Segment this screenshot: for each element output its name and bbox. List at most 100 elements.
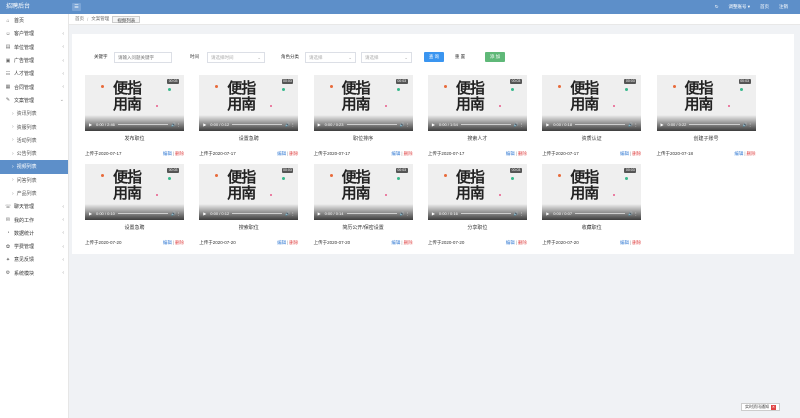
more-options-icon[interactable]: ⋮ bbox=[290, 122, 295, 127]
play-icon[interactable]: ▶ bbox=[203, 122, 208, 127]
video-player[interactable]: 便指 用南 00:03 ▶ 0:00 / 0:07 🔊 ⋮ bbox=[542, 164, 642, 220]
video-progress-bar[interactable] bbox=[346, 212, 397, 214]
role-select[interactable]: 请选择 ⌄ bbox=[305, 52, 356, 63]
video-progress-bar[interactable] bbox=[232, 212, 283, 214]
logout-link[interactable]: 注销 bbox=[779, 4, 788, 10]
menu-collapse-icon[interactable]: ☰ bbox=[72, 3, 81, 11]
edit-link[interactable]: 编辑 bbox=[277, 240, 286, 245]
video-player[interactable]: 便指 用南 00:03 ▶ 0:00 / 0:10 🔊 ⋮ bbox=[85, 164, 184, 220]
video-player[interactable]: 便指 用南 00:03 ▶ 0:00 / 1:54 🔊 ⋮ bbox=[427, 75, 527, 131]
play-icon[interactable]: ▶ bbox=[318, 211, 323, 216]
video-progress-bar[interactable] bbox=[575, 212, 626, 214]
delete-link[interactable]: 删除 bbox=[632, 240, 641, 245]
more-options-icon[interactable]: ⋮ bbox=[748, 122, 753, 127]
edit-link[interactable]: 编辑 bbox=[391, 240, 400, 245]
reset-button[interactable]: 重 置 bbox=[452, 52, 468, 62]
video-progress-bar[interactable] bbox=[460, 123, 511, 125]
delete-link[interactable]: 删除 bbox=[518, 151, 527, 156]
sidebar-item[interactable]: ▦ 合同管理 ‹ bbox=[0, 80, 68, 93]
play-icon[interactable]: ▶ bbox=[89, 122, 94, 127]
user-menu[interactable]: 调整账号 ▾ bbox=[728, 4, 750, 10]
video-player[interactable]: 便指 用南 00:03 ▶ 0:00 / 0:12 🔊 ⋮ bbox=[199, 75, 299, 131]
video-progress-bar[interactable] bbox=[232, 123, 283, 125]
keyword-input[interactable] bbox=[114, 52, 172, 63]
sidebar-subitem[interactable]: › 资服列表 bbox=[0, 120, 68, 133]
sidebar-item[interactable]: ✉ 我的工作 ‹ bbox=[0, 213, 68, 226]
more-options-icon[interactable]: ⋮ bbox=[405, 211, 410, 216]
video-progress-bar[interactable] bbox=[689, 123, 740, 125]
edit-link[interactable]: 编辑 bbox=[506, 151, 515, 156]
play-icon[interactable]: ▶ bbox=[432, 122, 437, 127]
home-link[interactable]: 首页 bbox=[760, 4, 769, 10]
edit-link[interactable]: 编辑 bbox=[620, 240, 629, 245]
more-options-icon[interactable]: ⋮ bbox=[176, 211, 181, 216]
time-select[interactable]: 请选择时间 ⌄ bbox=[207, 52, 265, 63]
edit-link[interactable]: 编辑 bbox=[391, 151, 400, 156]
more-options-icon[interactable]: ⋮ bbox=[633, 122, 638, 127]
breadcrumb-level1[interactable]: 文案管理 bbox=[91, 16, 109, 22]
play-icon[interactable]: ▶ bbox=[89, 211, 94, 216]
video-progress-bar[interactable] bbox=[117, 212, 168, 214]
sidebar-subitem[interactable]: › 活动列表 bbox=[0, 134, 68, 147]
sidebar-subitem[interactable]: › 公告列表 bbox=[0, 147, 68, 160]
play-icon[interactable]: ▶ bbox=[203, 211, 208, 216]
video-player[interactable]: 便指 用南 00:03 ▶ 0:00 / 0:22 🔊 ⋮ bbox=[656, 75, 756, 131]
play-icon[interactable]: ▶ bbox=[661, 122, 666, 127]
video-progress-bar[interactable] bbox=[575, 123, 626, 125]
realtime-notice-button[interactable]: 实时资讯通知 ✕ bbox=[741, 403, 780, 411]
more-options-icon[interactable]: ⋮ bbox=[290, 211, 295, 216]
delete-link[interactable]: 删除 bbox=[289, 240, 298, 245]
query-button[interactable]: 查 询 bbox=[424, 52, 444, 62]
play-icon[interactable]: ▶ bbox=[318, 122, 323, 127]
more-options-icon[interactable]: ⋮ bbox=[519, 211, 524, 216]
edit-link[interactable]: 编辑 bbox=[506, 240, 515, 245]
delete-link[interactable]: 删除 bbox=[289, 151, 298, 156]
video-progress-bar[interactable] bbox=[460, 212, 511, 214]
delete-link[interactable]: 删除 bbox=[632, 151, 641, 156]
sidebar-subitem[interactable]: › 资讯列表 bbox=[0, 107, 68, 120]
video-progress-bar[interactable] bbox=[117, 123, 168, 125]
sidebar-item[interactable]: ☺ 客户管理 ‹ bbox=[0, 27, 68, 40]
sidebar-item[interactable]: ▣ 广告管理 ‹ bbox=[0, 54, 68, 67]
sub-role-select[interactable]: 请选择 ⌄ bbox=[361, 52, 412, 63]
sidebar-item[interactable]: ✎ 文案管理 ⌄ bbox=[0, 94, 68, 107]
delete-link[interactable]: 删除 bbox=[518, 240, 527, 245]
edit-link[interactable]: 编辑 bbox=[277, 151, 286, 156]
sidebar-item[interactable]: ✿ 学费管理 ‹ bbox=[0, 240, 68, 253]
delete-link[interactable]: 删除 bbox=[404, 151, 413, 156]
sidebar-subitem[interactable]: › 产品列表 bbox=[0, 187, 68, 200]
video-player[interactable]: 便指 用南 00:03 ▶ 0:00 / 0:18 🔊 ⋮ bbox=[542, 75, 642, 131]
more-options-icon[interactable]: ⋮ bbox=[519, 122, 524, 127]
delete-link[interactable]: 删除 bbox=[175, 151, 184, 156]
add-button[interactable]: 添 加 bbox=[485, 52, 505, 62]
more-options-icon[interactable]: ⋮ bbox=[176, 122, 181, 127]
video-player[interactable]: 便指 用南 00:03 ▶ 0:00 / 0:16 🔊 ⋮ bbox=[427, 164, 527, 220]
sidebar-item[interactable]: ✦ 意见反馈 ‹ bbox=[0, 253, 68, 266]
video-player[interactable]: 便指 用南 00:03 ▶ 0:00 / 2:46 🔊 ⋮ bbox=[85, 75, 184, 131]
sidebar-item[interactable]: ☷ 人才管理 ‹ bbox=[0, 67, 68, 80]
sidebar-item[interactable]: ⚙ 系统模块 ‹ bbox=[0, 267, 68, 280]
video-player[interactable]: 便指 用南 00:03 ▶ 0:00 / 0:12 🔊 ⋮ bbox=[199, 164, 299, 220]
play-icon[interactable]: ▶ bbox=[432, 211, 437, 216]
edit-link[interactable]: 编辑 bbox=[620, 151, 629, 156]
more-options-icon[interactable]: ⋮ bbox=[633, 211, 638, 216]
play-icon[interactable]: ▶ bbox=[546, 211, 551, 216]
sidebar-subitem[interactable]: › 视频列表 bbox=[0, 160, 68, 174]
edit-link[interactable]: 编辑 bbox=[163, 151, 172, 156]
sidebar-item[interactable]: ⌂ 首页 bbox=[0, 14, 68, 27]
breadcrumb-home[interactable]: 首页 bbox=[75, 16, 84, 22]
sidebar-item[interactable]: ▤ 单位管理 ‹ bbox=[0, 41, 68, 54]
delete-link[interactable]: 删除 bbox=[747, 151, 756, 156]
sidebar-item[interactable]: ◔ 数据统计 ‹ bbox=[0, 227, 68, 240]
video-player[interactable]: 便指 用南 00:03 ▶ 0:00 / 0:23 🔊 ⋮ bbox=[313, 75, 413, 131]
close-icon[interactable]: ✕ bbox=[771, 404, 776, 410]
play-icon[interactable]: ▶ bbox=[546, 122, 551, 127]
video-player[interactable]: 便指 用南 00:03 ▶ 0:00 / 0:14 🔊 ⋮ bbox=[313, 164, 413, 220]
refresh-icon[interactable]: ↻ bbox=[715, 4, 719, 10]
sidebar-item[interactable]: ☏ 聊天管理 ‹ bbox=[0, 200, 68, 213]
more-options-icon[interactable]: ⋮ bbox=[405, 122, 410, 127]
delete-link[interactable]: 删除 bbox=[175, 240, 184, 245]
sidebar-subitem[interactable]: › 问答列表 bbox=[0, 174, 68, 187]
edit-link[interactable]: 编辑 bbox=[734, 151, 743, 156]
delete-link[interactable]: 删除 bbox=[404, 240, 413, 245]
